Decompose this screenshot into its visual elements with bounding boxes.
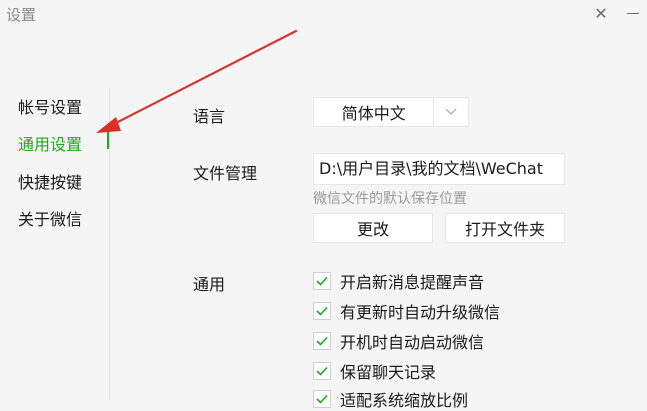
sidebar-divider: [109, 88, 110, 400]
option-label: 有更新时自动升级微信: [340, 303, 501, 322]
checkbox-checked-icon[interactable]: [313, 390, 331, 408]
sidebar-item-general[interactable]: 通用设置: [18, 131, 82, 155]
close-icon[interactable]: ✕: [586, 0, 616, 26]
change-path-button[interactable]: 更改: [313, 213, 433, 243]
sidebar-item-shortcuts[interactable]: 快捷按键: [18, 169, 82, 193]
sidebar-item-about[interactable]: 关于微信: [18, 206, 82, 230]
sidebar-item-account[interactable]: 帐号设置: [18, 94, 82, 118]
option-auto-start[interactable]: 开机时自动启动微信: [313, 330, 484, 352]
sidebar: 帐号设置 通用设置 快捷按键 关于微信: [0, 0, 110, 400]
checkbox-checked-icon[interactable]: [313, 272, 331, 290]
option-label: 开机时自动启动微信: [340, 333, 485, 352]
general-label: 通用: [193, 275, 226, 294]
chevron-down-icon[interactable]: [433, 98, 468, 126]
option-label: 开启新消息提醒声音: [340, 273, 485, 292]
option-label: 保留聊天记录: [340, 363, 437, 382]
option-new-message-sound[interactable]: 开启新消息提醒声音: [313, 270, 484, 292]
file-path-hint: 微信文件的默认保存位置: [313, 191, 467, 207]
option-adapt-scaling[interactable]: 适配系统缩放比例: [313, 388, 468, 410]
checkbox-checked-icon[interactable]: [313, 332, 331, 350]
option-label: 适配系统缩放比例: [340, 391, 469, 410]
language-select-value: 简体中文: [341, 104, 406, 123]
option-keep-chat-history[interactable]: 保留聊天记录: [313, 360, 436, 382]
option-auto-update[interactable]: 有更新时自动升级微信: [313, 300, 500, 322]
language-select[interactable]: 简体中文: [313, 97, 469, 127]
language-label: 语言: [193, 107, 226, 126]
checkbox-checked-icon[interactable]: [313, 302, 331, 320]
minimize-icon[interactable]: [618, 0, 647, 26]
file-management-label: 文件管理: [193, 164, 258, 183]
file-path-field[interactable]: D:\用户目录\我的文档\WeChat: [313, 153, 565, 185]
checkbox-checked-icon[interactable]: [313, 362, 331, 380]
open-folder-button[interactable]: 打开文件夹: [445, 213, 565, 243]
